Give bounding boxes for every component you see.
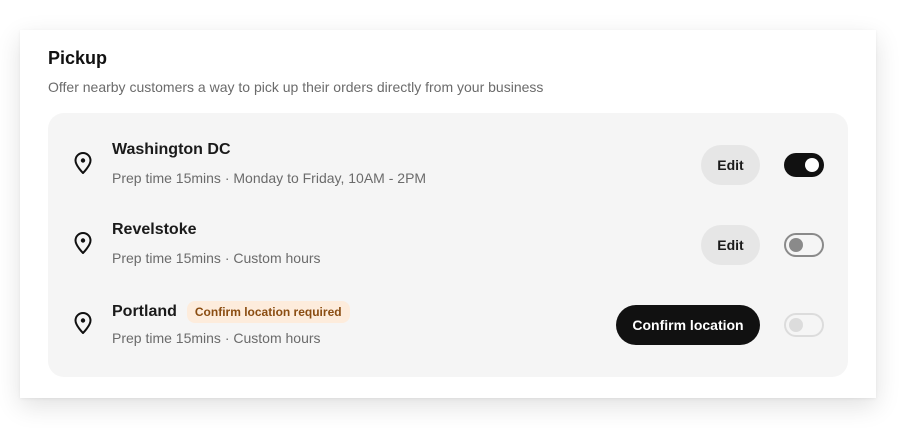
- edit-button[interactable]: Edit: [701, 225, 760, 265]
- section-subtitle: Offer nearby customers a way to pick up …: [48, 79, 544, 95]
- location-toggle[interactable]: [784, 153, 824, 177]
- status-badge: Confirm location required: [186, 301, 350, 323]
- map-pin-icon: [72, 311, 94, 335]
- location-name: Portland: [112, 303, 177, 320]
- confirm-location-button[interactable]: Confirm location: [616, 305, 760, 345]
- location-name-line: Portland Confirm location required: [112, 301, 350, 323]
- section-title: Pickup: [48, 48, 108, 68]
- map-pin-icon: [72, 231, 94, 255]
- location-detail: Prep time 15mins · Custom hours: [112, 250, 321, 266]
- pickup-locations-panel: Washington DC Prep time 15mins · Monday …: [48, 113, 848, 377]
- map-pin-icon: [72, 151, 94, 175]
- edit-button[interactable]: Edit: [701, 145, 760, 185]
- location-toggle[interactable]: [784, 313, 824, 337]
- location-row-washington-dc: Washington DC Prep time 15mins · Monday …: [48, 113, 848, 193]
- location-row-portland: Portland Confirm location required Prep …: [48, 273, 848, 353]
- pickup-card: Pickup Offer nearby customers a way to p…: [20, 30, 876, 398]
- location-toggle[interactable]: [784, 233, 824, 257]
- location-detail: Prep time 15mins · Custom hours: [112, 330, 321, 346]
- location-name-line: Washington DC: [112, 141, 231, 159]
- location-name-line: Revelstoke: [112, 221, 197, 239]
- toggle-knob: [805, 158, 819, 172]
- location-detail: Prep time 15mins · Monday to Friday, 10A…: [112, 170, 427, 186]
- toggle-knob: [789, 318, 803, 332]
- toggle-knob: [789, 238, 803, 252]
- location-name: Revelstoke: [112, 221, 197, 238]
- location-row-revelstoke: Revelstoke Prep time 15mins · Custom hou…: [48, 193, 848, 273]
- location-name: Washington DC: [112, 141, 231, 158]
